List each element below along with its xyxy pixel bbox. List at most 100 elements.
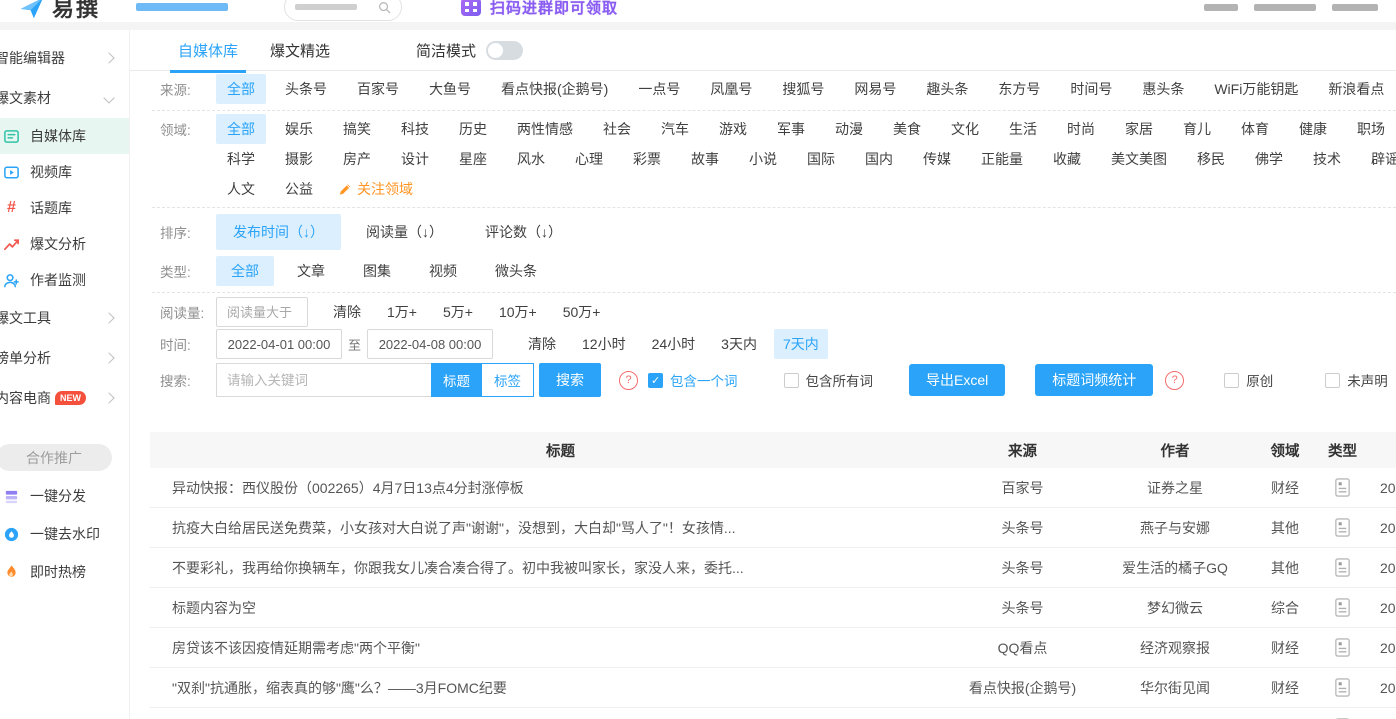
help-icon[interactable]: ? <box>619 371 638 390</box>
type-option[interactable]: 图集 <box>348 256 406 286</box>
domain-option[interactable]: 文化 <box>940 114 990 144</box>
source-option[interactable]: 搜狐号 <box>771 74 835 104</box>
source-option[interactable]: 趣头条 <box>915 74 979 104</box>
domain-option[interactable]: 国内 <box>854 144 904 174</box>
table-row[interactable]: 标题内容为空 头条号 梦幻微云 综合 <box>150 588 1396 628</box>
domain-option[interactable]: 生活 <box>998 114 1048 144</box>
source-option[interactable]: 大鱼号 <box>418 74 482 104</box>
domain-option[interactable]: 时尚 <box>1056 114 1106 144</box>
sort-option[interactable]: 评论数（↓） <box>468 214 579 250</box>
reads-quick-option[interactable]: 10万+ <box>490 297 546 327</box>
time-quick-option[interactable]: 3天内 <box>712 329 766 359</box>
article-author[interactable]: 梦幻微云 <box>1095 588 1255 628</box>
title-word-frequency-button[interactable]: 标题词频统计 <box>1035 364 1153 396</box>
domain-option[interactable]: 体育 <box>1230 114 1280 144</box>
search-button[interactable]: 搜索 <box>539 363 601 397</box>
source-option[interactable]: WiFi万能钥匙 <box>1203 74 1309 104</box>
domain-option[interactable]: 家居 <box>1114 114 1164 144</box>
keyword-input[interactable] <box>217 373 431 388</box>
export-excel-button[interactable]: 导出Excel <box>909 364 1005 396</box>
sidebar-item-hot-analysis[interactable]: 爆文分析 <box>0 226 129 262</box>
sidebar-item-smart-editor[interactable]: 智能编辑器 <box>0 38 129 78</box>
checkbox-item[interactable]: 原创 <box>1224 370 1273 390</box>
domain-option[interactable]: 彩票 <box>622 144 672 174</box>
article-title[interactable]: 房贷该不该因疫情延期需考虑"两个平衡" <box>150 628 950 668</box>
help-icon[interactable]: ? <box>1165 371 1184 390</box>
domain-option[interactable]: 军事 <box>766 114 816 144</box>
domain-option[interactable]: 摄影 <box>274 144 324 174</box>
domain-option[interactable]: 育儿 <box>1172 114 1222 144</box>
topbar-right-frag[interactable] <box>1254 4 1316 11</box>
search-mode-title-button[interactable]: 标题 <box>431 363 482 397</box>
source-option[interactable]: 头条号 <box>274 74 338 104</box>
tab-media-library[interactable]: 自媒体库 <box>178 40 238 61</box>
table-row[interactable]: 房贷该不该因疫情延期需考虑"两个平衡" QQ看点 经济观察报 财经 <box>150 628 1396 668</box>
article-author[interactable]: 燕子与安娜 <box>1095 508 1255 548</box>
type-option[interactable]: 视频 <box>414 256 472 286</box>
domain-option[interactable]: 美文美图 <box>1100 144 1178 174</box>
domain-option[interactable]: 动漫 <box>824 114 874 144</box>
checkbox-item[interactable]: 包含所有词 <box>784 370 874 390</box>
type-option[interactable]: 全部 <box>216 256 274 286</box>
reads-quick-option[interactable]: 1万+ <box>378 297 426 327</box>
source-option[interactable]: 凤凰号 <box>699 74 763 104</box>
domain-option[interactable]: 正能量 <box>970 144 1034 174</box>
domain-option[interactable]: 故事 <box>680 144 730 174</box>
table-row[interactable]: "双刹"抗通胀，缩表真的够"鹰"么？——3月FOMC纪要 看点快报(企鹅号) 华… <box>150 668 1396 708</box>
source-option[interactable]: 全部 <box>216 74 266 104</box>
sidebar-item-hot-material[interactable]: 爆文素材 <box>0 78 129 118</box>
domain-option[interactable]: 星座 <box>448 144 498 174</box>
topbar-nav-cropped-text[interactable] <box>136 3 228 11</box>
domain-option[interactable]: 科技 <box>390 114 440 144</box>
time-quick-option[interactable]: 24小时 <box>643 329 705 359</box>
domain-option[interactable]: 心理 <box>564 144 614 174</box>
table-row[interactable]: 抗疫大白给居民送免费菜，小女孩对大白说了声"谢谢"，没想到，大白却"骂人了"！女… <box>150 508 1396 548</box>
domain-option[interactable]: 风水 <box>506 144 556 174</box>
source-option[interactable]: 网易号 <box>843 74 907 104</box>
domain-option[interactable]: 房产 <box>332 144 382 174</box>
time-quick-option[interactable]: 清除 <box>519 329 565 359</box>
type-option[interactable]: 文章 <box>282 256 340 286</box>
reads-quick-option[interactable]: 清除 <box>324 297 370 327</box>
simple-mode-toggle[interactable] <box>486 41 523 60</box>
topbar-right-frag[interactable] <box>1332 4 1378 11</box>
table-row[interactable]: 入职朋友公司，他一句话就劝退了我 看点快报(企鹅号) 猎聘 职场 <box>150 708 1396 719</box>
sidebar-item-author-monitor[interactable]: 作者监测 <box>0 262 129 298</box>
domain-option[interactable]: 传媒 <box>912 144 962 174</box>
domain-option[interactable]: 佛学 <box>1244 144 1294 174</box>
domain-option[interactable]: 设计 <box>390 144 440 174</box>
article-author[interactable]: 爱生活的橘子GQ <box>1095 548 1255 588</box>
checkbox-item[interactable]: 包含一个词 <box>648 370 738 390</box>
article-title[interactable]: 入职朋友公司，他一句话就劝退了我 <box>150 708 950 719</box>
domain-option[interactable]: 美食 <box>882 114 932 144</box>
follow-domain-action[interactable]: 关注领域 <box>338 179 413 199</box>
time-quick-option[interactable]: 12小时 <box>573 329 635 359</box>
domain-option[interactable]: 社会 <box>592 114 642 144</box>
domain-option[interactable]: 娱乐 <box>274 114 324 144</box>
sidebar-item-one-click-distribute[interactable]: 一键分发 <box>0 477 129 515</box>
source-option[interactable]: 一点号 <box>627 74 691 104</box>
reads-quick-option[interactable]: 50万+ <box>554 297 610 327</box>
source-option[interactable]: 新浪看点 <box>1317 74 1395 104</box>
article-title[interactable]: 异动快报：西仪股份（002265）4月7日13点4分封涨停板 <box>150 468 950 508</box>
article-title[interactable]: 标题内容为空 <box>150 588 950 628</box>
time-quick-option[interactable]: 7天内 <box>774 329 828 359</box>
article-title[interactable]: "双刹"抗通胀，缩表真的够"鹰"么？——3月FOMC纪要 <box>150 668 950 708</box>
time-to-input[interactable] <box>367 329 493 359</box>
sidebar-item-hot-tools[interactable]: 爆文工具 <box>0 298 129 338</box>
source-option[interactable]: 惠头条 <box>1131 74 1195 104</box>
table-row[interactable]: 不要彩礼，我再给你换辆车，你跟我女儿凑合凑合得了。初中我被叫家长，家没人来，委托… <box>150 548 1396 588</box>
article-author[interactable]: 证券之星 <box>1095 468 1255 508</box>
domain-option[interactable]: 辟谣 <box>1360 144 1396 174</box>
sidebar-item-one-click-watermark[interactable]: 一键去水印 <box>0 515 129 553</box>
sort-option[interactable]: 发布时间（↓） <box>216 214 341 250</box>
domain-option[interactable]: 人文 <box>216 174 266 204</box>
sort-option[interactable]: 阅读量（↓） <box>349 214 460 250</box>
article-author[interactable]: 经济观察报 <box>1095 628 1255 668</box>
tab-hot-selected[interactable]: 爆文精选 <box>270 40 330 61</box>
domain-option[interactable]: 技术 <box>1302 144 1352 174</box>
domain-option[interactable]: 科学 <box>216 144 266 174</box>
checkbox-item[interactable]: 未声明 <box>1325 370 1388 390</box>
type-option[interactable]: 微头条 <box>480 256 552 286</box>
sidebar-item-realtime-hot-list[interactable]: 即时热榜 <box>0 553 129 591</box>
